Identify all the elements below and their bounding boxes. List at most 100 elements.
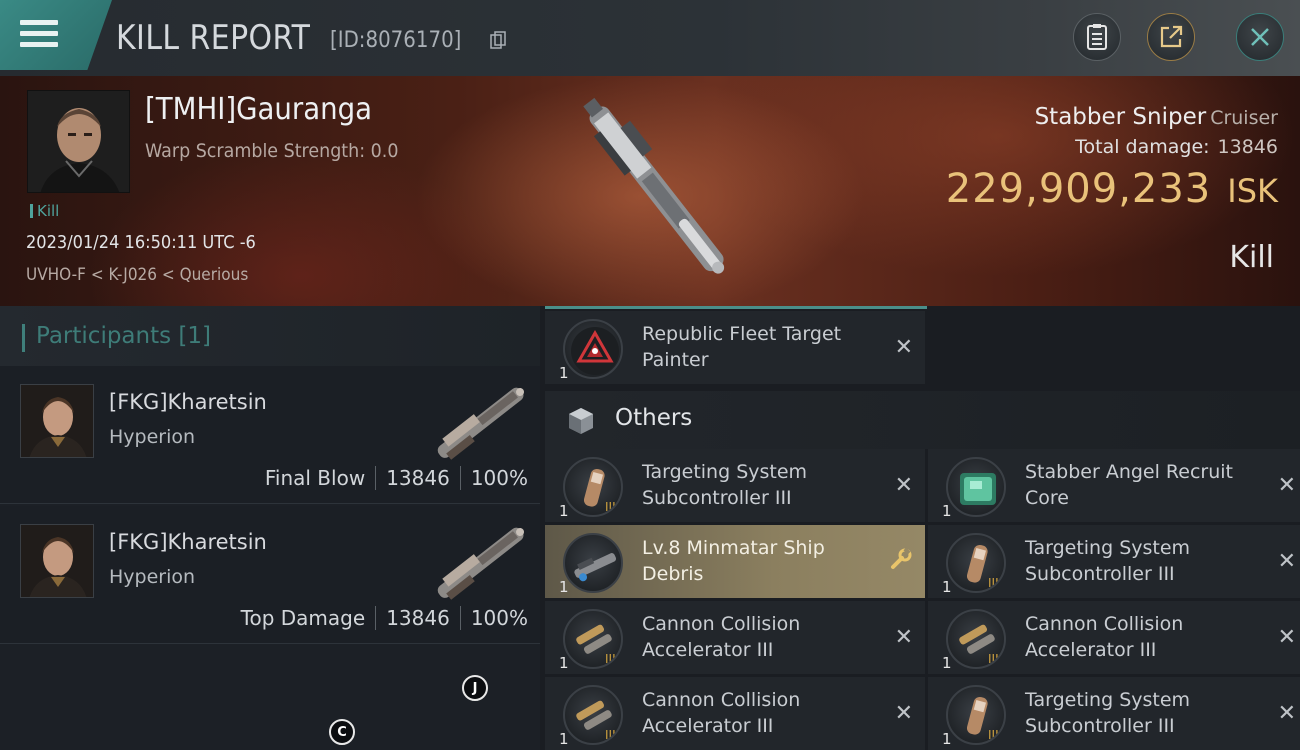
svg-text:III: III: [605, 500, 616, 514]
participant-ship: Hyperion: [109, 566, 196, 588]
items-panel: 1 Republic Fleet Target Painter ✕ Others…: [545, 306, 1300, 750]
kill-location[interactable]: UVHO-F < K-J026 < Querious: [26, 265, 248, 285]
isk-unit: ISK: [1227, 172, 1278, 210]
item-name: Republic Fleet Target Painter: [642, 323, 842, 371]
close-button[interactable]: [1236, 13, 1284, 61]
item-row[interactable]: III 1 Cannon Collision Accelerator III ✕: [928, 601, 1300, 674]
item-quantity: 1: [942, 654, 952, 672]
svg-text:III: III: [988, 576, 999, 590]
collision-accelerator-icon: III: [563, 685, 623, 745]
participant-percent: 100%: [470, 606, 528, 630]
remove-icon[interactable]: ✕: [895, 335, 913, 360]
remove-icon[interactable]: ✕: [1278, 701, 1296, 726]
menu-button[interactable]: [0, 0, 112, 70]
svg-text:III: III: [988, 652, 999, 666]
top-bar: KILL REPORT [ID:8076170]: [0, 0, 1300, 76]
item-quantity: 1: [559, 578, 569, 596]
participant-name[interactable]: [FKG]Kharetsin: [109, 390, 267, 414]
participants-count: [1]: [178, 323, 212, 349]
close-icon: [1251, 28, 1269, 46]
subcontroller-icon: III: [946, 533, 1006, 593]
kill-datetime: 2023/01/24 16:50:11 UTC -6: [26, 232, 256, 253]
remove-icon[interactable]: ✕: [895, 625, 913, 650]
active-accent: [545, 306, 927, 309]
item-name: Cannon Collision Accelerator III: [642, 613, 801, 661]
item-row[interactable]: III 1 Targeting System Subcontroller III…: [928, 677, 1300, 750]
participant-name[interactable]: [FKG]Kharetsin: [109, 530, 267, 554]
wrench-icon[interactable]: [887, 547, 913, 577]
copy-icon[interactable]: [490, 31, 506, 49]
victim-name[interactable]: [TMHI]Gauranga: [145, 92, 372, 127]
cube-icon: [565, 405, 597, 441]
svg-text:III: III: [605, 728, 616, 742]
item-row[interactable]: III 1 Targeting System Subcontroller III…: [928, 525, 1300, 598]
participant-role: Final Blow: [264, 466, 366, 490]
participant-avatar[interactable]: [20, 524, 94, 598]
clipboard-button[interactable]: [1073, 13, 1121, 61]
remove-icon[interactable]: ✕: [1278, 549, 1296, 574]
result-label: Kill: [1229, 240, 1274, 275]
others-section-header: Others: [545, 391, 1300, 449]
item-row-highlighted[interactable]: 1 Lv.8 Minmatar Ship Debris: [545, 525, 925, 598]
item-row[interactable]: III 1 Targeting System Subcontroller III…: [545, 449, 925, 522]
section-title: Others: [615, 405, 693, 431]
badge-j[interactable]: J: [462, 675, 488, 701]
item-row[interactable]: 1 Stabber Angel Recruit Core ✕: [928, 449, 1300, 522]
total-damage-value: 13846: [1217, 136, 1278, 158]
warp-scramble-strength: Warp Scramble Strength: 0.0: [145, 140, 399, 162]
svg-text:III: III: [605, 652, 616, 666]
isk-value: 229,909,233: [945, 166, 1212, 212]
item-name: Cannon Collision Accelerator III: [1025, 613, 1184, 661]
item-quantity: 1: [559, 502, 569, 520]
item-row[interactable]: 1 Republic Fleet Target Painter ✕: [545, 311, 925, 384]
badge-c[interactable]: C: [329, 719, 355, 745]
remove-icon[interactable]: ✕: [895, 473, 913, 498]
victim-banner: [TMHI]Gauranga Warp Scramble Strength: 0…: [0, 76, 1300, 306]
remove-icon[interactable]: ✕: [1278, 473, 1296, 498]
item-name: Targeting System Subcontroller III: [1025, 689, 1191, 737]
ship-class: Cruiser: [1210, 107, 1278, 129]
share-button[interactable]: [1147, 13, 1195, 61]
share-icon: [1160, 25, 1183, 48]
report-id: [ID:8076170]: [330, 28, 462, 53]
item-quantity: 1: [559, 364, 569, 382]
participant-percent: 100%: [470, 466, 528, 490]
page-title: KILL REPORT: [116, 18, 311, 58]
participants-panel: Participants [1] [FKG]Kharetsin Hyperion: [0, 306, 540, 750]
item-name: Targeting System Subcontroller III: [642, 461, 808, 509]
remove-icon[interactable]: ✕: [895, 701, 913, 726]
participant-row[interactable]: [FKG]Kharetsin Hyperion Final Blow 13846 1…: [0, 366, 540, 504]
total-damage-label: Total damage:: [1075, 136, 1210, 158]
item-name: Stabber Angel Recruit Core: [1025, 461, 1233, 509]
item-quantity: 1: [942, 578, 952, 596]
subcontroller-icon: III: [563, 457, 623, 517]
participant-avatar[interactable]: [20, 384, 94, 458]
item-quantity: 1: [942, 730, 952, 748]
participant-stats: Final Blow 13846 100%: [265, 466, 528, 490]
hamburger-icon: [20, 20, 58, 48]
isk-value-row: 229,909,233 ISK: [946, 166, 1278, 212]
participant-damage: 13846: [386, 606, 450, 630]
item-quantity: 1: [942, 502, 952, 520]
accent-bar: [22, 324, 25, 352]
item-row[interactable]: III 1 Cannon Collision Accelerator III ✕: [545, 601, 925, 674]
remove-icon[interactable]: ✕: [1278, 625, 1296, 650]
subcontroller-icon: III: [946, 685, 1006, 745]
item-quantity: 1: [559, 730, 569, 748]
ship-name[interactable]: Stabber Sniper: [1035, 104, 1207, 130]
total-damage: Total damage: 13846: [1075, 136, 1278, 158]
participant-stats: Top Damage 13846 100%: [241, 606, 528, 630]
victim-avatar[interactable]: [27, 90, 130, 193]
kill-tag: Kill: [30, 202, 59, 220]
item-name: Targeting System Subcontroller III: [1025, 537, 1191, 585]
participant-ship-image: [420, 512, 540, 612]
item-row[interactable]: III 1 Cannon Collision Accelerator III ✕: [545, 677, 925, 750]
collision-accelerator-icon: III: [563, 609, 623, 669]
participant-role: Top Damage: [240, 606, 366, 630]
ship-debris-icon: [563, 533, 623, 593]
item-quantity: 1: [559, 654, 569, 672]
target-painter-icon: [563, 319, 623, 379]
participant-ship-image: [420, 372, 540, 472]
participant-row[interactable]: [FKG]Kharetsin Hyperion Top Damage 13846 1…: [0, 506, 540, 644]
participants-title: Participants [1]: [36, 323, 212, 349]
